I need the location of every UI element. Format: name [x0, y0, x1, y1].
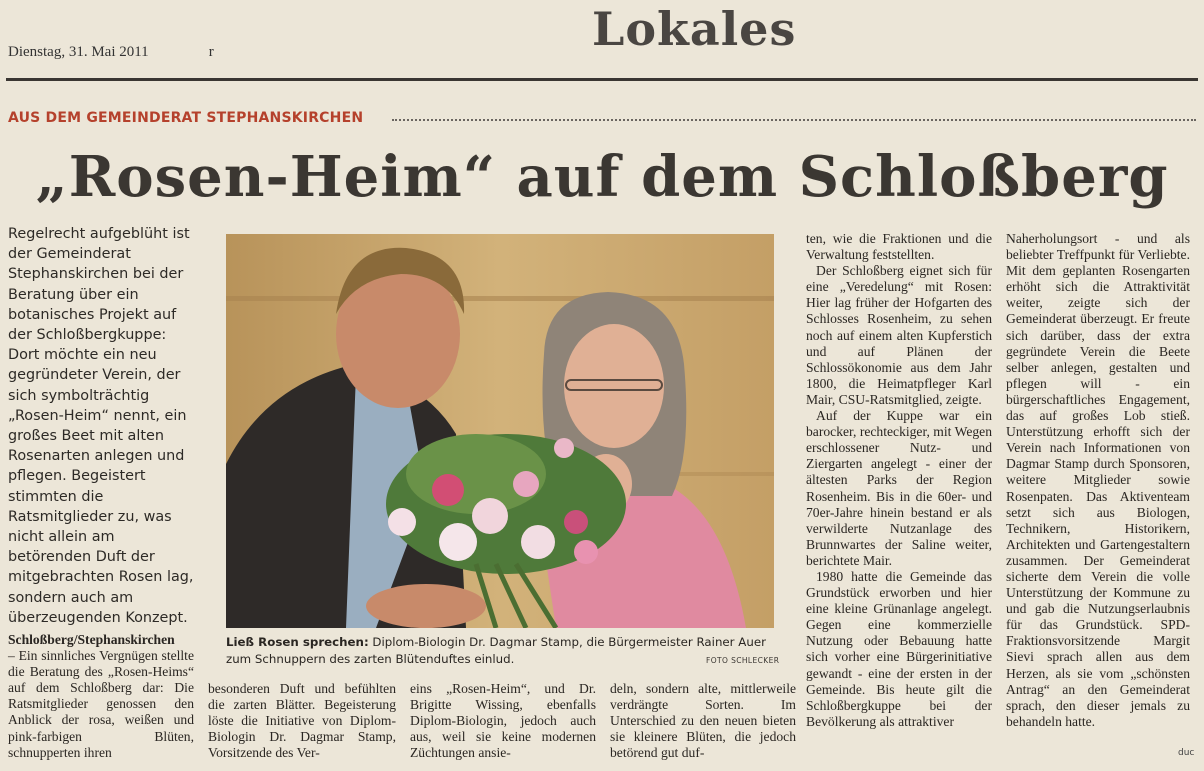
body-column-1: Schloßberg/Stephanskirchen – Ein sinnlich…	[8, 632, 194, 761]
column-5-paragraph-3: Auf der Kuppe war ein barocker, rechteck…	[806, 408, 992, 568]
newspaper-page: Dienstag, 31. Mai 2011 r Lokales AUS DEM …	[0, 0, 1204, 771]
masthead-rule	[6, 78, 1198, 81]
column-3-text: eins „Rosen-Heim“, und Dr. Brigitte Wiss…	[410, 681, 596, 761]
section-title: Lokales	[592, 2, 797, 56]
column-4-text: deln, sondern alte, mittlerweile verdrän…	[610, 681, 796, 761]
kicker-dotted-rule	[392, 119, 1196, 121]
body-column-6: Naherholungsort - und als beliebter Tref…	[1006, 231, 1190, 730]
article-intro: Regelrecht aufgeblüht ist der Gemeindera…	[8, 226, 194, 626]
column-5-paragraph-4: 1980 hatte die Gemeinde das Grundstück e…	[806, 568, 992, 729]
body-column-2: besonderen Duft und befühlten die zarten…	[208, 681, 396, 761]
caption-lead: Ließ Rosen sprechen:	[226, 635, 369, 649]
body-column-4: deln, sondern alte, mittlerweile verdrän…	[610, 681, 796, 761]
column-6-text: Naherholungsort - und als beliebter Tref…	[1006, 231, 1190, 729]
page-mark: r	[208, 44, 214, 60]
article-dateline: Schloßberg/Stephanskirchen	[8, 632, 175, 647]
issue-date: Dienstag, 31. Mai 2011 r	[8, 44, 214, 61]
body-column-3: eins „Rosen-Heim“, und Dr. Brigitte Wiss…	[410, 681, 596, 761]
column-1-text: – Ein sinnliches Vergnügen stellte die B…	[8, 648, 194, 760]
column-1-paragraph: Schloßberg/Stephanskirchen – Ein sinnlich…	[8, 632, 194, 761]
photo-illustration	[226, 234, 774, 628]
column-5-paragraph-2: Der Schloßberg eignet sich für eine „Ver…	[806, 263, 992, 407]
article-kicker: AUS DEM GEMEINDERAT STEPHANSKIRCHEN	[8, 110, 364, 126]
article-headline: „Rosen-Heim“ auf dem Schloßberg	[35, 144, 1169, 210]
column-2-text: besonderen Duft und befühlten die zarten…	[208, 681, 396, 761]
body-column-5: ten, wie die Fraktionen und die Verwaltu…	[806, 231, 992, 730]
photo-credit: FOTO SCHLECKER	[706, 656, 780, 665]
column-5-paragraph-1: ten, wie die Fraktionen und die Verwaltu…	[806, 231, 992, 263]
article-photo	[226, 234, 774, 628]
issue-date-text: Dienstag, 31. Mai 2011	[8, 44, 149, 60]
author-signature: duc	[1178, 748, 1195, 758]
photo-caption: Ließ Rosen sprechen: Diplom-Biologin Dr.…	[226, 634, 778, 668]
